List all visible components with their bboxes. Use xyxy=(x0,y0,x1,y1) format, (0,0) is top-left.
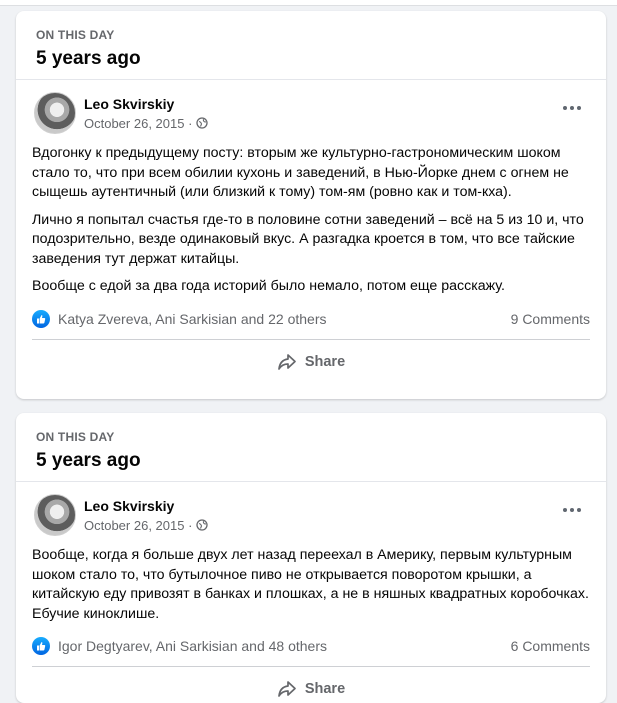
reactions-row: Katya Zvereva, Ani Sarkisian and 22 othe… xyxy=(32,305,590,340)
avatar[interactable] xyxy=(34,494,76,536)
post-date[interactable]: October 26, 2015 · xyxy=(84,518,192,533)
share-button[interactable]: Share xyxy=(32,340,590,384)
like-icon xyxy=(32,637,50,655)
post-header: Leo Skvirskiy October 26, 2015 · xyxy=(32,492,590,538)
comments-count[interactable]: 6 Comments xyxy=(511,638,590,654)
memory-header: ON THIS DAY 5 years ago xyxy=(16,11,606,80)
reactions-row: Igor Degtyarev, Ani Sarkisian and 48 oth… xyxy=(32,632,590,667)
post-text: Вдогонку к предыдущему посту: вторым же … xyxy=(32,144,590,297)
share-label: Share xyxy=(304,681,346,697)
share-label: Share xyxy=(304,353,346,370)
share-arrow-icon xyxy=(277,680,297,698)
post: Leo Skvirskiy October 26, 2015 · Вообще,… xyxy=(16,492,606,703)
top-card-edge xyxy=(0,0,617,6)
avatar[interactable] xyxy=(34,92,76,134)
on-this-day-label: ON THIS DAY xyxy=(36,430,115,444)
author-name[interactable]: Leo Skvirskiy xyxy=(84,96,208,112)
globe-icon xyxy=(196,519,209,531)
share-arrow-icon xyxy=(277,353,297,371)
years-ago-heading: 5 years ago xyxy=(36,450,141,471)
post: Leo Skvirskiy October 26, 2015 · Вдогонк… xyxy=(16,90,606,384)
years-ago-heading: 5 years ago xyxy=(36,48,141,69)
like-icon xyxy=(32,309,50,328)
memory-card: ON THIS DAY 5 years ago Leo Skvirskiy Oc… xyxy=(16,413,606,703)
share-button[interactable]: Share xyxy=(32,667,590,703)
on-this-day-label: ON THIS DAY xyxy=(36,28,115,42)
memory-header: ON THIS DAY 5 years ago xyxy=(16,413,606,482)
post-header: Leo Skvirskiy October 26, 2015 · xyxy=(32,90,590,136)
post-text: Вообще, когда я больше двух лет назад пе… xyxy=(32,546,590,624)
author-name[interactable]: Leo Skvirskiy xyxy=(84,498,208,514)
post-paragraph: Лично я попытал счастья где-то в половин… xyxy=(32,211,584,267)
post-paragraph: Вообще с едой за два года историй было н… xyxy=(32,278,505,294)
memory-card: ON THIS DAY 5 years ago Leo Skvirskiy Oc… xyxy=(16,11,606,399)
comments-count[interactable]: 9 Comments xyxy=(511,311,590,327)
more-options-icon[interactable] xyxy=(558,96,586,120)
post-paragraph: Вообще, когда я больше двух лет назад пе… xyxy=(32,547,589,622)
more-options-icon[interactable] xyxy=(558,498,586,522)
reactions-text: Igor Degtyarev, Ani Sarkisian and 48 oth… xyxy=(58,638,328,654)
reactions-text: Katya Zvereva, Ani Sarkisian and 22 othe… xyxy=(58,310,327,327)
post-meta: October 26, 2015 · xyxy=(84,116,209,131)
post-date[interactable]: October 26, 2015 · xyxy=(84,116,192,131)
reactions-summary[interactable]: Katya Zvereva, Ani Sarkisian and 22 othe… xyxy=(32,309,327,328)
globe-icon xyxy=(196,117,209,129)
reactions-summary[interactable]: Igor Degtyarev, Ani Sarkisian and 48 oth… xyxy=(32,637,327,655)
post-paragraph: Вдогонку к предыдущему посту: вторым же … xyxy=(32,145,569,200)
post-meta: October 26, 2015 · xyxy=(84,518,209,533)
